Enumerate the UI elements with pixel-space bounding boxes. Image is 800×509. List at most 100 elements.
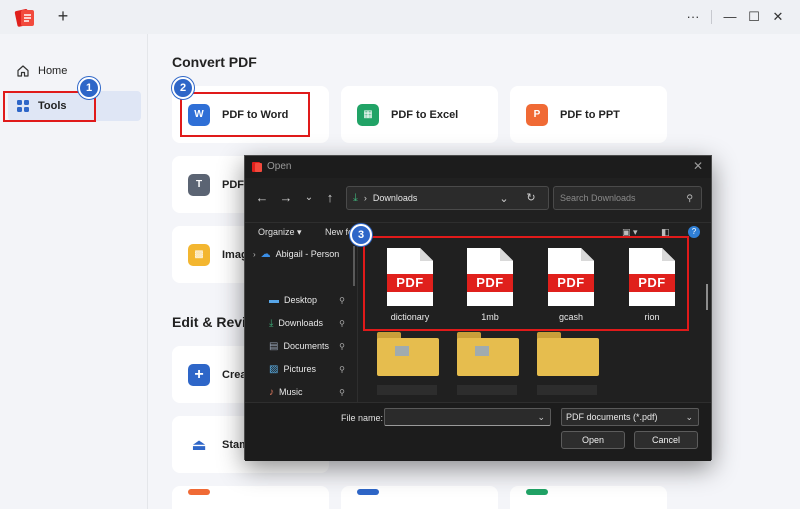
card-label: PDF to Word: [222, 108, 289, 121]
nav-item-label: Downloads: [278, 318, 323, 328]
card-label: Crea: [222, 368, 247, 381]
more-options-button[interactable]: ···: [681, 6, 705, 28]
open-button[interactable]: Open: [561, 431, 625, 449]
file-type-select[interactable]: PDF documents (*.pdf) ⌄: [561, 408, 699, 426]
pictures-icon: ▨: [269, 363, 279, 375]
nav-scrollbar[interactable]: [353, 246, 355, 286]
desktop-icon: ▬: [269, 294, 279, 306]
pdf-file-icon: PDF: [467, 248, 513, 306]
step-badge-1: 1: [78, 77, 100, 99]
refresh-icon[interactable]: ↻: [519, 186, 543, 210]
nav-item-documents[interactable]: ▤ Documents ⚲: [269, 336, 349, 356]
file-name-input[interactable]: ⌄: [384, 408, 551, 426]
sidebar-item-home[interactable]: Home: [8, 56, 141, 86]
chevron-down-icon: ⌄: [537, 412, 545, 422]
navigation-pane: › ☁ Abigail - Person ▬ Desktop ⚲ ⤓ Downl…: [245, 244, 349, 402]
organize-menu[interactable]: Organize ▾: [258, 227, 302, 238]
chevron-down-icon: ⌄: [685, 412, 693, 422]
chevron-right-icon: ›: [253, 249, 256, 259]
cancel-button[interactable]: Cancel: [634, 431, 698, 449]
cloud-icon: ☁: [260, 248, 271, 260]
nav-item-label: Abigail - Person: [275, 249, 340, 259]
dialog-footer: File name: ⌄ PDF documents (*.pdf) ⌄ Ope…: [245, 402, 711, 461]
preview-pane-icon[interactable]: ◧: [661, 227, 670, 238]
up-arrow-icon[interactable]: ↑: [321, 189, 339, 207]
card-partial[interactable]: [341, 486, 498, 509]
tool-icon: [526, 489, 548, 495]
section-title-convert: Convert PDF: [172, 54, 257, 70]
plus-icon: +: [188, 363, 210, 386]
pin-icon: ⚲: [339, 387, 345, 397]
maximize-button[interactable]: ☐: [742, 6, 766, 28]
card-partial[interactable]: [172, 486, 329, 509]
files-scrollbar[interactable]: [706, 284, 708, 310]
window-controls: ··· — ☐ ✕: [681, 6, 790, 28]
card-pdf-to-word[interactable]: W PDF to Word: [172, 86, 329, 143]
file-item-dictionary[interactable]: PDF dictionary: [375, 248, 445, 322]
pin-icon: ⚲: [339, 341, 345, 351]
blurred-file-name: [377, 385, 437, 395]
minimize-button[interactable]: —: [718, 6, 742, 28]
dialog-title: Open: [267, 161, 292, 172]
download-icon: ⤓: [269, 317, 274, 329]
separator: [711, 10, 712, 24]
download-icon: ⤓: [353, 191, 358, 204]
nav-item-desktop[interactable]: ▬ Desktop ⚲: [269, 290, 349, 310]
documents-icon: ▤: [269, 340, 279, 352]
back-arrow-icon[interactable]: ←: [253, 189, 271, 207]
title-bar: + ··· — ☐ ✕: [0, 0, 800, 34]
address-dropdown-chevron-icon[interactable]: ⌄: [492, 186, 516, 210]
nav-item-pictures[interactable]: ▨ Pictures ⚲: [269, 359, 349, 379]
search-placeholder: Search Downloads: [560, 193, 636, 203]
search-icon: ⚲: [686, 193, 693, 203]
word-icon: W: [188, 103, 210, 126]
file-item-gcash[interactable]: PDF gcash: [536, 248, 606, 322]
new-tab-button[interactable]: +: [54, 6, 72, 26]
close-button[interactable]: ✕: [766, 6, 790, 28]
pane-divider[interactable]: [357, 244, 358, 402]
sidebar-item-label: Home: [38, 65, 68, 77]
card-pdf-to-ppt[interactable]: P PDF to PPT: [510, 86, 667, 143]
new-folder-button[interactable]: New fo: [325, 227, 353, 237]
nav-item-label: Pictures: [283, 364, 316, 374]
app-logo-icon: [14, 9, 34, 27]
music-icon: ♪: [269, 386, 274, 398]
folder-icon[interactable]: [537, 332, 599, 376]
dialog-close-icon[interactable]: ✕: [693, 159, 703, 173]
file-name-label: File name:: [341, 413, 384, 423]
sidebar: Home Tools: [0, 34, 148, 509]
forward-arrow-icon[interactable]: →: [277, 189, 295, 207]
file-item-1mb[interactable]: PDF 1mb: [455, 248, 525, 322]
stamp-icon: ⏏: [191, 436, 207, 454]
nav-item-label: Desktop: [284, 295, 318, 305]
pin-icon: ⚲: [339, 295, 345, 305]
pdf-file-icon: PDF: [548, 248, 594, 306]
excel-icon: ▦: [357, 103, 379, 126]
file-type-value: PDF documents (*.pdf): [566, 412, 658, 422]
recent-chevron-icon[interactable]: ⌄: [300, 189, 318, 207]
navigation-bar: ← → ⌄ ↑ ⤓ › Downloads ⌄ ↻ Search Downloa…: [245, 184, 711, 214]
pin-icon: ⚲: [339, 364, 345, 374]
file-name: 1mb: [481, 312, 499, 322]
text-icon: T: [188, 173, 210, 196]
folder-icon[interactable]: [457, 332, 519, 376]
help-icon[interactable]: ?: [688, 226, 700, 238]
file-item-rion[interactable]: PDF rion: [617, 248, 687, 322]
organize-label: Organize: [258, 227, 295, 237]
grid-icon: [17, 100, 29, 112]
tool-icon: [357, 489, 379, 495]
nav-item-onedrive[interactable]: › ☁ Abigail - Person: [253, 244, 347, 264]
search-input[interactable]: Search Downloads ⚲: [553, 186, 702, 210]
folder-icon[interactable]: [377, 332, 439, 376]
sidebar-item-tools[interactable]: Tools: [8, 91, 141, 121]
file-name: gcash: [558, 312, 584, 322]
blurred-file-name: [537, 385, 597, 395]
dialog-title-bar: Open ✕: [245, 156, 711, 178]
view-options-icon[interactable]: ▣ ▾: [622, 227, 638, 238]
card-partial[interactable]: [510, 486, 667, 509]
nav-item-music[interactable]: ♪ Music ⚲: [269, 382, 349, 402]
card-pdf-to-excel[interactable]: ▦ PDF to Excel: [341, 86, 498, 143]
file-name: rion: [644, 312, 660, 322]
card-label: PDF to Excel: [391, 108, 459, 121]
nav-item-downloads[interactable]: ⤓ Downloads ⚲: [269, 313, 349, 333]
